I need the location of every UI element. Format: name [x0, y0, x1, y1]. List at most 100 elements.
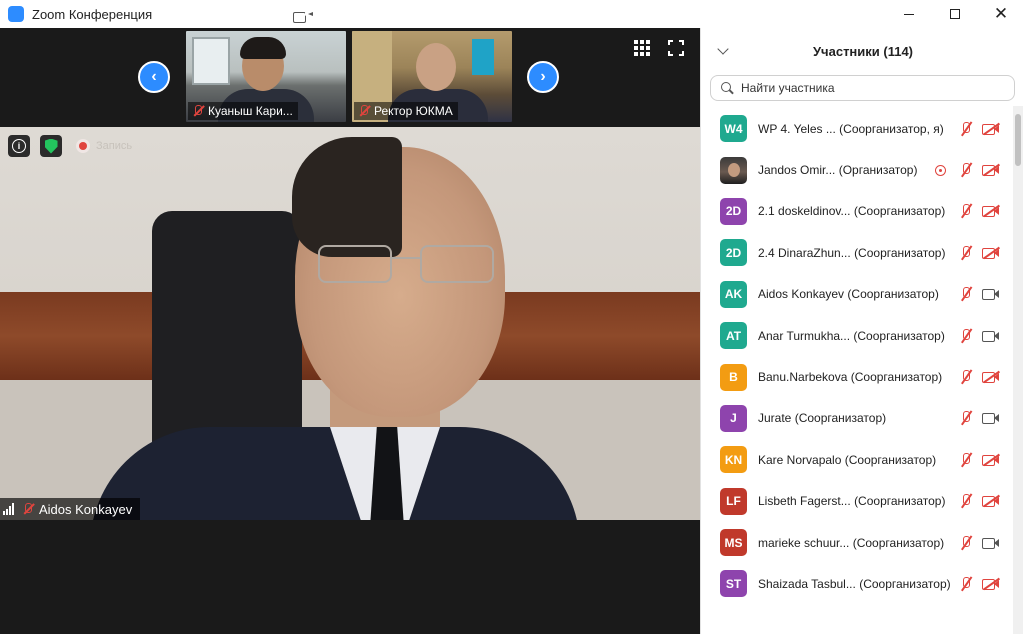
background-window	[192, 37, 230, 85]
participant-row[interactable]: LF Lisbeth Fagerst... (Соорганизатор)	[701, 481, 1013, 522]
muted-mic-icon[interactable]	[959, 121, 973, 137]
search-input[interactable]	[741, 81, 991, 95]
video-icon[interactable]	[982, 330, 999, 342]
participant-name: marieke schuur... (Соорганизатор)	[758, 536, 958, 550]
participant-name: Aidos Konkayev (Соорганизатор)	[758, 287, 958, 301]
speaker-name-label: Aidos Konkayev	[0, 498, 141, 520]
video-off-icon[interactable]	[982, 163, 1000, 177]
screen-share-icon	[935, 164, 946, 176]
participant-row[interactable]: 2D 2.1 doskeldinov... (Соорганизатор)	[701, 191, 1013, 232]
participant-name: Kare Norvapalo (Соорганизатор)	[758, 453, 958, 467]
chevron-left-icon: ‹	[151, 68, 157, 85]
video-icon[interactable]	[982, 288, 999, 301]
participant-row[interactable]: Jandos Omir... (Организатор)	[701, 149, 1013, 190]
avatar: AK	[720, 280, 747, 308]
maximize-button[interactable]	[932, 0, 978, 28]
participant-row[interactable]: W4 WP 4. Yeles ... (Соорганизатор, я)	[701, 108, 1013, 149]
scrollbar-thumb[interactable]	[1015, 114, 1021, 166]
muted-mic-icon[interactable]	[959, 203, 973, 219]
participant-role: (Соорганизатор)	[853, 204, 946, 219]
close-button[interactable]: ✕	[978, 0, 1024, 28]
thumbnail-strip: ‹ Куаныш Кари... Ректор ЮКМА ›	[0, 28, 700, 124]
muted-mic-icon[interactable]	[959, 410, 973, 426]
participant-row[interactable]: J Jurate (Соорганизатор)	[701, 398, 1013, 439]
video-icon[interactable]	[982, 412, 999, 425]
participant-display-name: Jandos Omir...	[758, 163, 836, 178]
video-thumbnail[interactable]: Куаныш Кари...	[186, 31, 346, 122]
participant-display-name: marieke schuur...	[758, 535, 850, 550]
avatar: LF	[720, 487, 747, 515]
scrollbar[interactable]	[1013, 106, 1023, 634]
shield-icon	[44, 138, 58, 154]
search-icon	[721, 82, 733, 94]
video-icon[interactable]	[982, 537, 999, 549]
panel-title: Участники (114)	[812, 43, 914, 59]
maximize-icon	[950, 9, 960, 19]
next-page-button[interactable]: ›	[527, 61, 559, 93]
participant-display-name: Banu.Narbekova	[758, 370, 848, 385]
meeting-info-button[interactable]: i	[8, 135, 30, 157]
video-glasses	[318, 245, 494, 285]
participant-row[interactable]: AK Aidos Konkayev (Соорганизатор)	[701, 274, 1013, 315]
participant-role: (Соорганизатор)	[794, 411, 887, 426]
video-off-icon[interactable]	[982, 122, 1000, 135]
muted-mic-icon[interactable]	[959, 535, 973, 551]
video-area: ‹ Куаныш Кари... Ректор ЮКМА › i Запись …	[0, 28, 700, 634]
video-off-icon[interactable]	[982, 370, 1000, 384]
muted-mic-icon[interactable]	[959, 369, 973, 385]
avatar: 2D	[720, 197, 747, 225]
video-off-icon[interactable]	[982, 577, 1000, 590]
previous-page-button[interactable]: ‹	[138, 61, 170, 93]
participant-list: W4 WP 4. Yeles ... (Соорганизатор, я) Jand…	[701, 108, 1013, 634]
participant-name: Shaizada Tasbul... (Соорганизатор)	[758, 577, 958, 591]
participant-name: Lisbeth Fagerst... (Соорганизатор)	[758, 494, 958, 508]
recording-indicator: Запись	[76, 137, 132, 155]
window-controls: ✕	[886, 0, 1024, 28]
zoom-app-icon	[8, 6, 313, 23]
participant-search[interactable]	[710, 75, 1015, 101]
muted-mic-icon	[192, 105, 204, 117]
muted-mic-icon	[22, 503, 34, 515]
gallery-view-icon[interactable]	[634, 40, 650, 56]
fullscreen-icon[interactable]	[668, 40, 684, 56]
muted-mic-icon[interactable]	[959, 452, 973, 468]
participant-display-name: Shaizada Tasbul...	[758, 576, 856, 591]
participant-face	[416, 43, 456, 91]
video-off-icon[interactable]	[982, 205, 1000, 218]
muted-mic-icon[interactable]	[959, 162, 973, 178]
muted-mic-icon[interactable]	[959, 245, 973, 261]
participants-panel: Участники (114) W4 WP 4. Yeles ... (Соорг…	[700, 28, 1024, 634]
participant-role: (Соорганизатор)	[859, 576, 951, 591]
video-thumbnail[interactable]: Ректор ЮКМА	[352, 31, 512, 122]
avatar: B	[720, 363, 747, 391]
participant-display-name: Anar Turmukha...	[758, 328, 851, 343]
participant-row[interactable]: MS marieke schuur... (Соорганизатор)	[701, 522, 1013, 563]
avatar	[720, 156, 747, 184]
muted-mic-icon[interactable]	[959, 576, 973, 592]
record-icon	[76, 139, 90, 153]
thumbnail-name-label: Куаныш Кари...	[188, 102, 298, 120]
muted-mic-icon[interactable]	[959, 286, 973, 302]
participant-role: (Соорганизатор, я)	[839, 121, 944, 136]
video-off-icon[interactable]	[982, 453, 1000, 466]
muted-mic-icon[interactable]	[959, 328, 973, 344]
participant-role: (Соорганизатор)	[844, 452, 937, 467]
minimize-button[interactable]	[886, 0, 932, 28]
security-button[interactable]	[40, 135, 62, 157]
muted-mic-icon	[358, 105, 370, 117]
close-icon: ✕	[993, 4, 1009, 24]
participant-row[interactable]: B Banu.Narbekova (Соорганизатор)	[701, 356, 1013, 397]
video-off-icon[interactable]	[982, 494, 1000, 508]
participant-role: (Соорганизатор)	[847, 287, 939, 302]
recording-label: Запись	[96, 140, 133, 152]
video-off-icon[interactable]	[982, 246, 1000, 259]
participant-row[interactable]: KN Kare Norvapalo (Соорганизатор)	[701, 439, 1013, 480]
participant-row[interactable]: ST Shaizada Tasbul... (Соорганизатор)	[701, 563, 1013, 604]
active-speaker-video	[0, 127, 700, 520]
chevron-down-icon[interactable]	[717, 43, 729, 55]
muted-mic-icon[interactable]	[959, 493, 973, 509]
participant-row[interactable]: 2D 2.4 DinaraZhun... (Соорганизатор)	[701, 232, 1013, 273]
participant-display-name: Kare Norvapalo	[758, 452, 842, 467]
participant-name: Jandos Omir... (Организатор)	[758, 163, 958, 177]
participant-row[interactable]: AT Anar Turmukha... (Соорганизатор)	[701, 315, 1013, 356]
